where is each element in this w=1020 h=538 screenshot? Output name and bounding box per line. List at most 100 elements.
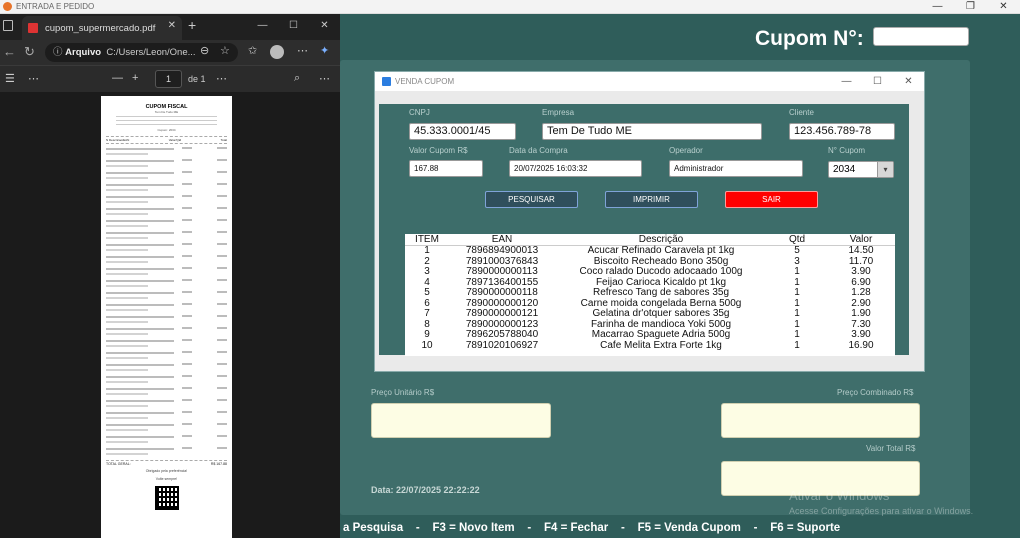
more-tools-icon[interactable]: ⋯ [28, 72, 39, 85]
preco-combinado-field[interactable] [721, 403, 920, 438]
copilot-icon[interactable]: ✦ [320, 44, 329, 57]
table-cell: 1 [794, 329, 800, 340]
zoom-in-icon[interactable]: + [132, 72, 138, 84]
close-tab-icon[interactable]: ✕ [168, 20, 176, 31]
data-compra-field[interactable]: 20/07/2025 16:03:32 [509, 160, 642, 177]
table-row[interactable]: 10 7891020106927 Cafe Melita Extra Forte 1… [405, 339, 895, 352]
zoom-icon[interactable]: ⊖ [200, 44, 209, 57]
table-cell: Macarrao Spaguete Adria 500g [591, 329, 731, 340]
n-cupom-label: N° Cupom [828, 146, 865, 155]
cliente-field[interactable]: 123.456.789-78 [789, 123, 895, 140]
new-tab-icon[interactable]: + [188, 17, 196, 33]
receipt-total: TOTAL GERAL: R$ 167.88 [106, 460, 227, 466]
minimize-icon[interactable]: — [247, 14, 278, 38]
receipt-line [106, 386, 227, 398]
preco-unitario-field[interactable] [371, 403, 551, 438]
table-cell: 10 [421, 339, 433, 351]
table-cell: 1 [794, 308, 800, 319]
page-number-input[interactable]: 1 [155, 70, 182, 88]
close-icon[interactable]: ✕ [893, 72, 924, 91]
receipt-line [106, 350, 227, 362]
sair-button[interactable]: SAIR [725, 191, 818, 208]
more-options-icon[interactable]: ⋯ [297, 44, 308, 57]
receipt-header-lines [116, 115, 217, 127]
data-compra-label: Data da Compra [509, 146, 568, 155]
receipt-line-value [217, 255, 227, 257]
receipt-line-value [217, 339, 227, 341]
minimize-icon[interactable]: — [831, 72, 862, 91]
back-icon[interactable]: ← [3, 44, 16, 59]
n-cupom-select[interactable]: 2034 ▾ [828, 161, 894, 178]
cupom-number-label: Cupom N°: [755, 27, 864, 50]
favorites-icon[interactable]: ✩ [248, 44, 257, 57]
col-header-qtd[interactable]: Qtd [767, 234, 827, 246]
address-bar-row: ← ↻ ⓘ Arquivo C:/Users/Leon/One... ⊖ ☆ ✩… [0, 40, 340, 65]
operador-field[interactable]: Administrador [669, 160, 803, 177]
search-icon[interactable]: ⌕ [294, 72, 300, 85]
imprimir-button[interactable]: IMPRIMIR [605, 191, 698, 208]
close-icon[interactable]: ✕ [987, 0, 1020, 14]
pdf-page: CUPOM FISCAL Tem De Tudo ME Cupom: 2034 … [101, 96, 232, 538]
tab-actions-icon[interactable] [3, 20, 13, 31]
table-row[interactable]: 5 7890000000118 Refresco Tang de sabores 3… [405, 287, 895, 299]
receipt-come-back: Volte sempre! [155, 477, 178, 481]
settings-more-icon[interactable]: ⋯ [319, 72, 330, 85]
receipt-line-qty [182, 291, 192, 293]
windows-activation-sub: Acesse Configurações para ativar o Windo… [789, 506, 974, 516]
favorite-star-icon[interactable]: ☆ [220, 44, 230, 57]
table-row[interactable]: 9 7896205788040 Macarrao Spaguete Adria 50… [405, 329, 895, 341]
receipt-line-value [217, 327, 227, 329]
receipt-line-qty [182, 147, 192, 149]
table-cell: 5 [424, 287, 430, 298]
contents-list-icon[interactable]: ☰ [5, 72, 15, 85]
minimize-icon[interactable]: — [921, 0, 954, 14]
close-icon[interactable]: ✕ [309, 14, 340, 38]
chevron-down-icon[interactable]: ▾ [877, 162, 893, 177]
table-cell: 7896205788040 [465, 329, 539, 340]
receipt-line-value [217, 147, 227, 149]
pesquisar-button[interactable]: PESQUISAR [485, 191, 578, 208]
receipt-line-qty [182, 279, 192, 281]
receipt-line [106, 146, 227, 158]
receipt-line-qty [182, 231, 192, 233]
cnpj-field[interactable]: 45.333.0001/45 [409, 123, 516, 140]
refresh-icon[interactable]: ↻ [24, 44, 35, 60]
receipt-line-value [217, 387, 227, 389]
receipt-line [106, 206, 227, 218]
receipt-line-value [217, 195, 227, 197]
valor-cupom-field[interactable]: 167.88 [409, 160, 483, 177]
table-cell: Acucar Refinado Caravela pt 1kg [587, 245, 735, 256]
receipt-line [106, 374, 227, 386]
cupom-number-input[interactable] [873, 27, 969, 46]
table-row[interactable]: 7 7890000000121 Gelatina dr'otquer sabores… [405, 308, 895, 320]
receipt-line-value [217, 351, 227, 353]
receipt-thanks: Obrigado pela preferência! [145, 469, 188, 473]
receipt-line-qty [182, 399, 192, 401]
receipt-line-value [217, 423, 227, 425]
maximize-icon[interactable]: ☐ [278, 14, 309, 38]
receipt-line-qty [182, 255, 192, 257]
tab-pdf[interactable]: cupom_supermercado.pdf ✕ [22, 16, 182, 40]
table-cell: Refresco Tang de sabores 35g [592, 287, 729, 298]
more-icon[interactable]: ⋯ [216, 72, 227, 85]
modal-titlebar: VENDA CUPOM — ☐ ✕ [375, 72, 924, 91]
col-header-valor[interactable]: Valor [827, 234, 895, 246]
receipt-store: Tem De Tudo ME [154, 110, 179, 114]
receipt-col-desc: N Descricao/EAN [106, 138, 130, 142]
col-header-descricao[interactable]: Descrição [555, 234, 767, 246]
operador-label: Operador [669, 146, 703, 155]
zoom-out-icon[interactable]: — [112, 72, 123, 84]
receipt-total-value: R$ 167.88 [210, 462, 227, 466]
table-row[interactable]: 3 7890000000113 Coco ralado Ducodo adocaad… [405, 266, 895, 278]
receipt-line-qty [182, 171, 192, 173]
col-header-ean[interactable]: EAN [449, 234, 555, 246]
col-header-item[interactable]: ITEM [405, 234, 449, 246]
maximize-icon[interactable]: ❐ [954, 0, 987, 14]
profile-avatar[interactable] [270, 45, 284, 59]
table-row[interactable]: 1 7896894900013 Acucar Refinado Caravela p… [405, 245, 895, 257]
app-window-controls: — ❐ ✕ [921, 0, 1020, 14]
keyboard-shortcuts-bar: a Pesquisa - F3 = Novo Item - F4 = Fecha… [343, 522, 841, 534]
receipt-line-qty [182, 363, 192, 365]
maximize-icon[interactable]: ☐ [862, 72, 893, 91]
empresa-field[interactable]: Tem De Tudo ME [542, 123, 762, 140]
